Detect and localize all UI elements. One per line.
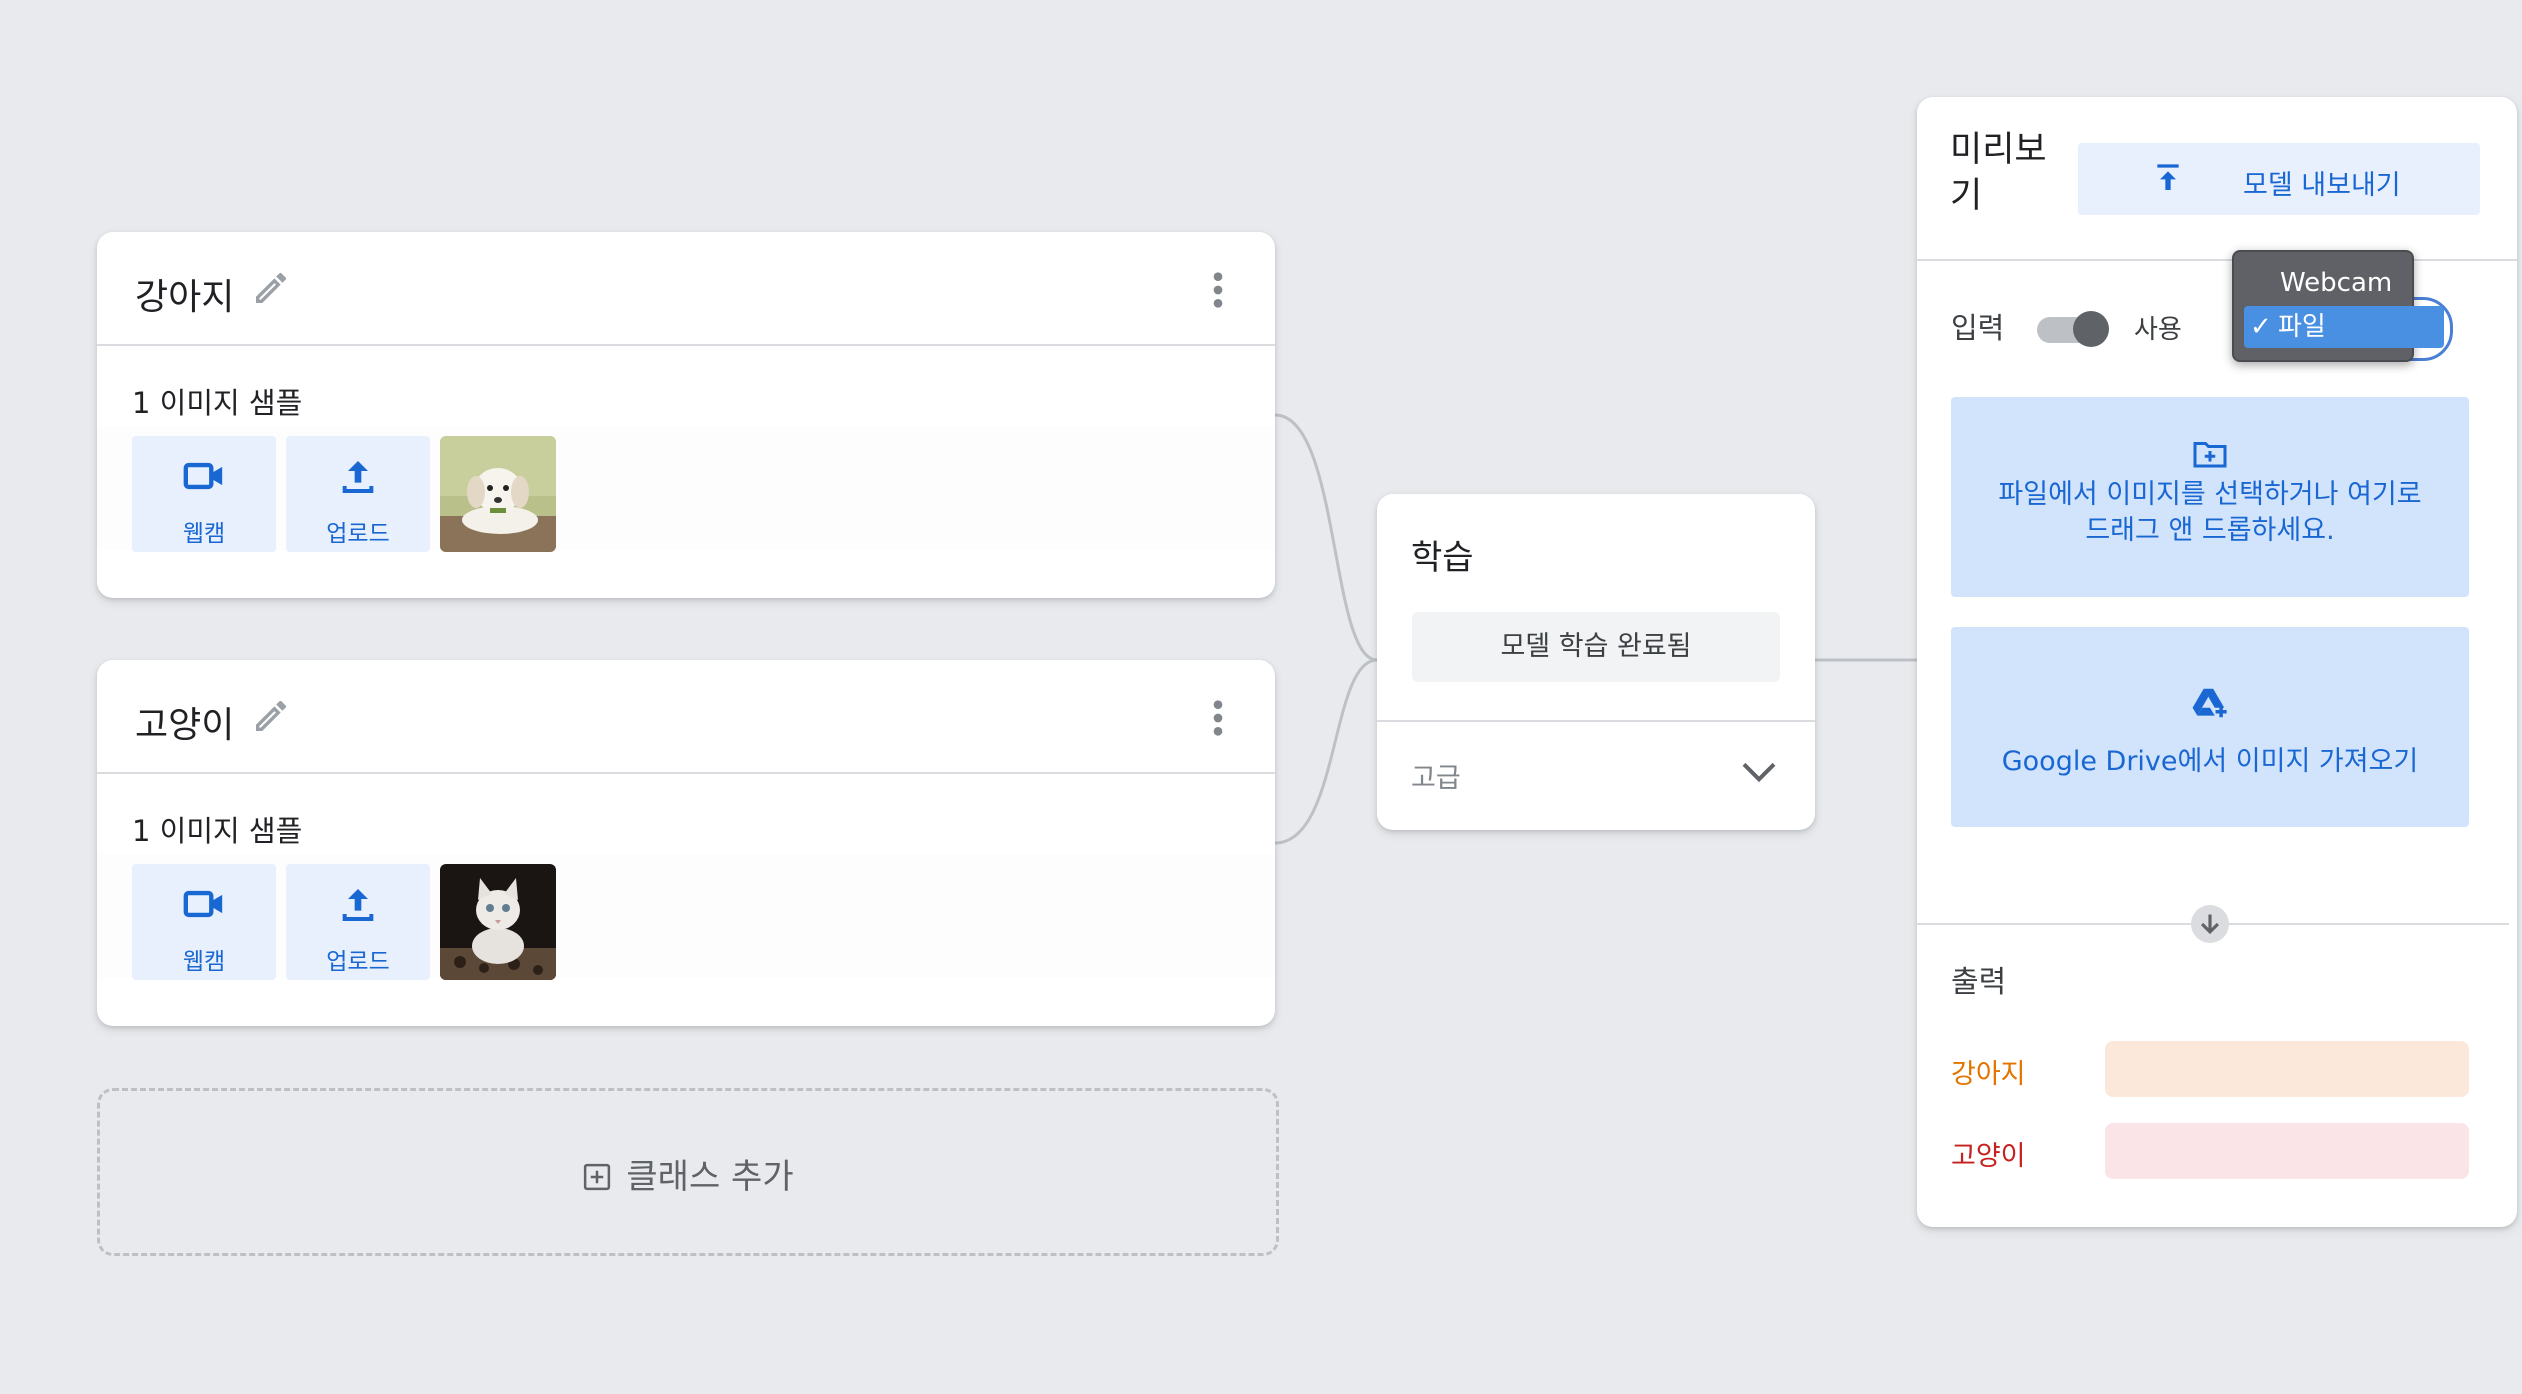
advanced-toggle[interactable]: 고급 bbox=[1411, 756, 1461, 795]
webcam-button[interactable]: 웹캠 bbox=[132, 436, 276, 552]
input-label: 입력 bbox=[1951, 311, 2005, 345]
webcam-label: 웹캠 bbox=[182, 521, 226, 547]
toggle-label: 사용 bbox=[2134, 315, 2182, 345]
videocam-icon bbox=[183, 890, 223, 918]
divider bbox=[1917, 259, 2517, 261]
google-drive-label: Google Drive에서 이미지 가져오기 bbox=[2001, 746, 2419, 777]
chevron-down-icon[interactable] bbox=[1739, 754, 1779, 788]
class-card-cat: 고양이 1 이미지 샘플 웹캠 업로드 bbox=[97, 660, 1275, 1026]
upload-button[interactable]: 업로드 bbox=[286, 436, 430, 552]
output-class-label: 고양이 bbox=[1951, 1141, 2026, 1172]
export-model-label: 모델 내보내기 bbox=[2243, 170, 2401, 201]
training-card: 학습 모델 학습 완료됨 고급 bbox=[1377, 494, 1815, 830]
output-label: 출력 bbox=[1951, 965, 2007, 1000]
add-class-label: 클래스 추가 bbox=[626, 1157, 794, 1197]
upload-label: 업로드 bbox=[326, 521, 390, 547]
upload-icon bbox=[342, 461, 374, 493]
class-card-header: 고양이 bbox=[97, 660, 1275, 774]
more-options-icon[interactable] bbox=[1211, 270, 1225, 310]
folder-add-icon bbox=[2193, 442, 2227, 468]
cat-sample-thumbnail[interactable] bbox=[440, 864, 556, 980]
dropdown-option-file-label: 파일 bbox=[2278, 312, 2326, 342]
add-box-icon bbox=[584, 1163, 611, 1191]
upload-label: 업로드 bbox=[326, 949, 390, 975]
dropzone-line-1: 파일에서 이미지를 선택하거나 여기로 bbox=[1998, 479, 2422, 510]
sample-count: 1 이미지 샘플 bbox=[132, 814, 303, 848]
upload-icon bbox=[342, 889, 374, 921]
export-icon bbox=[2157, 164, 2179, 190]
videocam-icon bbox=[183, 462, 223, 490]
file-dropzone[interactable]: 파일에서 이미지를 선택하거나 여기로 드래그 앤 드롭하세요. bbox=[1951, 397, 2469, 597]
pencil-icon[interactable] bbox=[251, 696, 291, 736]
sample-count: 1 이미지 샘플 bbox=[132, 386, 303, 420]
dog-sample-thumbnail[interactable] bbox=[440, 436, 556, 552]
check-icon: ✓ bbox=[2250, 312, 2272, 342]
toggle-knob bbox=[2073, 311, 2109, 347]
input-source-dropdown: Webcam ✓ 파일 bbox=[2232, 250, 2444, 362]
class-card-header: 강아지 bbox=[97, 232, 1275, 346]
upload-button[interactable]: 업로드 bbox=[286, 864, 430, 980]
dropzone-line-2: 드래그 앤 드롭하세요. bbox=[2085, 515, 2335, 546]
webcam-label: 웹캠 bbox=[182, 949, 226, 975]
input-toggle[interactable] bbox=[2037, 311, 2109, 347]
pencil-icon[interactable] bbox=[251, 268, 291, 308]
class-name[interactable]: 고양이 bbox=[135, 696, 234, 748]
add-class-button[interactable]: 클래스 추가 bbox=[97, 1088, 1279, 1256]
samples-row: 웹캠 업로드 bbox=[97, 854, 1275, 980]
google-drive-import-button[interactable]: Google Drive에서 이미지 가져오기 bbox=[1951, 627, 2469, 827]
dropdown-option-webcam[interactable]: Webcam bbox=[2280, 268, 2392, 298]
class-card-dog: 강아지 1 이미지 샘플 웹캠 업로드 bbox=[97, 232, 1275, 598]
output-confidence-bar bbox=[2105, 1123, 2469, 1179]
training-title: 학습 bbox=[1411, 538, 1474, 578]
class-name[interactable]: 강아지 bbox=[135, 268, 234, 320]
google-drive-add-icon bbox=[2192, 688, 2227, 718]
samples-row: 웹캠 업로드 bbox=[97, 426, 1275, 552]
export-model-button[interactable]: 모델 내보내기 bbox=[2078, 143, 2480, 215]
divider bbox=[1377, 720, 1815, 722]
output-class-label: 강아지 bbox=[1951, 1059, 2026, 1090]
more-options-icon[interactable] bbox=[1211, 698, 1225, 738]
train-model-button[interactable]: 모델 학습 완료됨 bbox=[1412, 612, 1780, 682]
preview-title: 미리보기 bbox=[1950, 130, 2047, 216]
webcam-button[interactable]: 웹캠 bbox=[132, 864, 276, 980]
preview-card: 미리보기 모델 내보내기 입력 사용 파일에서 이미지를 선택하거나 여기로 드… bbox=[1917, 97, 2517, 1227]
output-confidence-bar bbox=[2105, 1041, 2469, 1097]
dropdown-option-file[interactable]: ✓ 파일 bbox=[2244, 306, 2444, 348]
arrow-down-icon bbox=[2191, 905, 2229, 943]
